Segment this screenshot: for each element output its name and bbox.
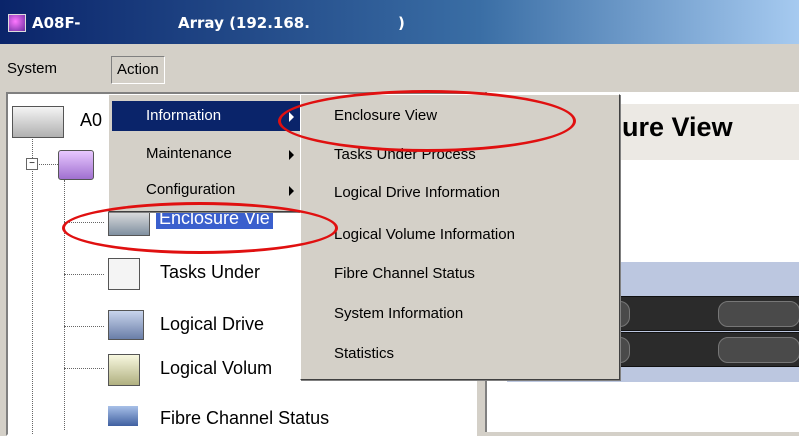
array-icon bbox=[12, 106, 64, 138]
submenu-item-system-information[interactable]: System Information bbox=[304, 299, 463, 329]
tree-item-logical-drive[interactable]: Logical Drive bbox=[160, 314, 264, 335]
window-title-part3: ) bbox=[398, 14, 405, 32]
collapse-icon[interactable]: − bbox=[26, 158, 38, 170]
tasks-icon bbox=[108, 258, 140, 290]
submenu-arrow-icon bbox=[289, 150, 294, 160]
submenu-item-logical-drive-information[interactable]: Logical Drive Information bbox=[304, 178, 500, 208]
window-title-part1: A08F- bbox=[32, 14, 81, 32]
menu-system[interactable]: System bbox=[2, 56, 62, 82]
window-title-bar: A08F- Array (192.168. ) bbox=[0, 0, 799, 44]
menu-bar: System Action bbox=[0, 48, 799, 92]
tree-root-label[interactable]: A0 bbox=[80, 110, 102, 131]
tree-item-fibre-channel[interactable]: Fibre Channel Status bbox=[160, 408, 329, 429]
menu-action[interactable]: Action bbox=[111, 56, 165, 84]
submenu-item-statistics[interactable]: Statistics bbox=[304, 339, 394, 369]
submenu-arrow-icon bbox=[289, 186, 294, 196]
content-title: sure View bbox=[607, 112, 733, 142]
controller-icon bbox=[58, 150, 94, 180]
annotation-ellipse bbox=[278, 90, 576, 152]
menu-item-maintenance[interactable]: Maintenance bbox=[112, 139, 308, 169]
fibre-channel-icon bbox=[108, 406, 138, 426]
tree-item-tasks[interactable]: Tasks Under bbox=[160, 262, 260, 283]
logical-drive-icon bbox=[108, 310, 144, 340]
menu-item-configuration[interactable]: Configuration bbox=[112, 175, 308, 205]
annotation-ellipse bbox=[62, 202, 338, 254]
window-title-part2: Array (192.168. bbox=[178, 14, 310, 32]
logical-volume-icon bbox=[108, 354, 140, 386]
tree-item-logical-volume[interactable]: Logical Volum bbox=[160, 358, 272, 379]
submenu-item-fibre-channel-status[interactable]: Fibre Channel Status bbox=[304, 259, 475, 289]
action-menu: Information Maintenance Configuration bbox=[108, 94, 308, 212]
app-icon bbox=[8, 14, 26, 32]
